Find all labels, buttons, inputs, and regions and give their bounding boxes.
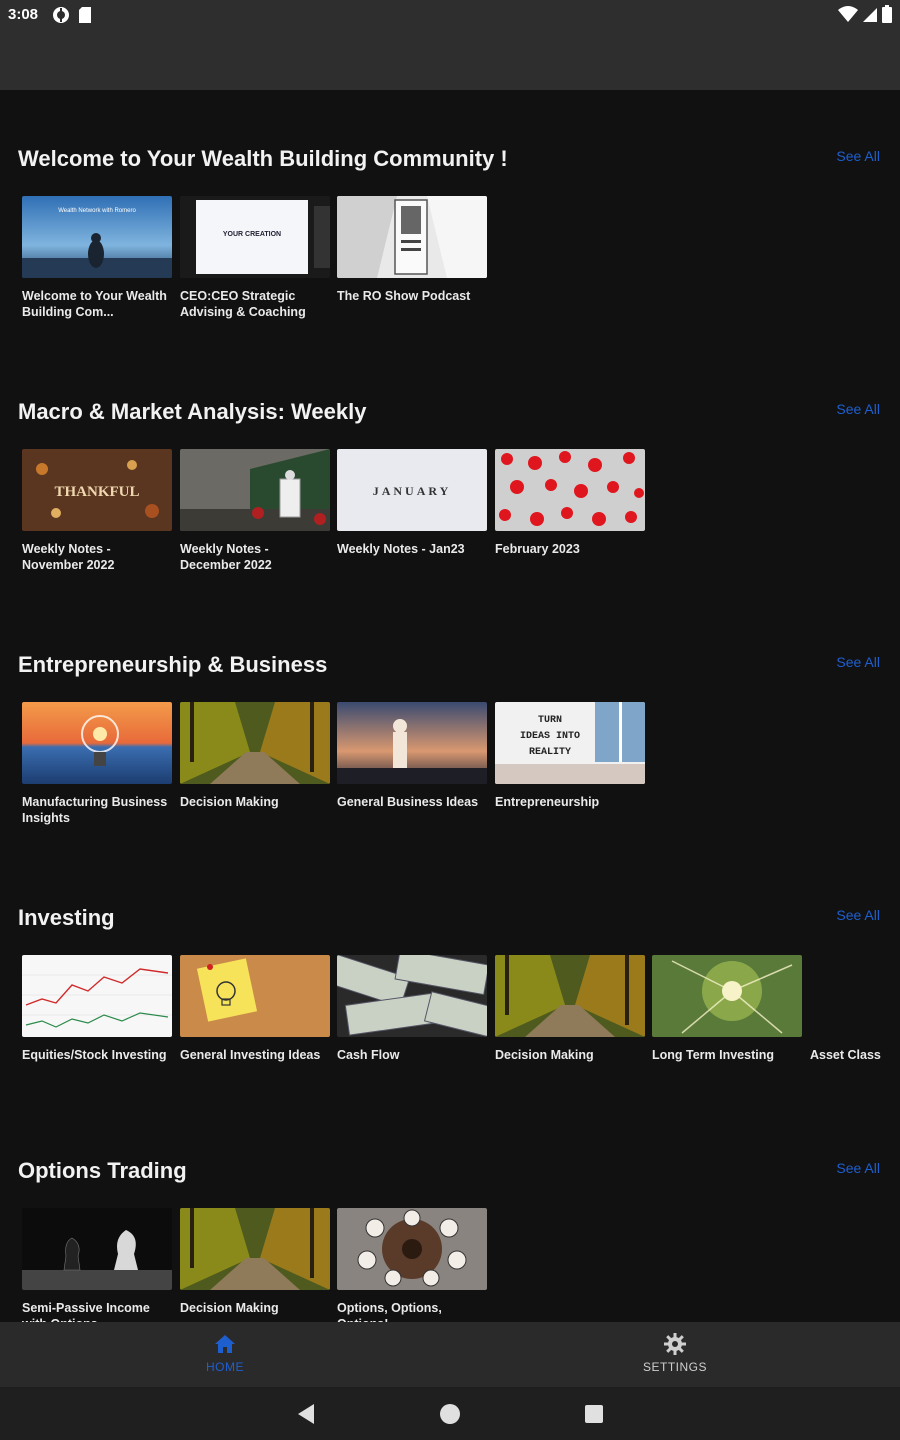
home-circle-icon[interactable] bbox=[436, 1400, 464, 1428]
card-title: Equities/Stock Investing bbox=[22, 1048, 167, 1062]
section-title: Welcome to Your Wealth Building Communit… bbox=[18, 146, 508, 171]
card-title: Welcome to Your Wealth Building Com... bbox=[22, 289, 167, 319]
system-navigation-bar bbox=[0, 1387, 900, 1440]
back-icon[interactable] bbox=[292, 1400, 320, 1428]
sd-card-icon bbox=[79, 7, 91, 23]
card-title: Asset Class bbox=[810, 1048, 881, 1062]
card-title: General Business Ideas bbox=[337, 795, 479, 809]
nav-settings[interactable]: SETTINGS bbox=[575, 1322, 775, 1387]
thumb-caption: Wealth Network with Romero bbox=[58, 208, 136, 214]
section-title: Entrepreneurship & Business bbox=[18, 652, 328, 677]
home-feed[interactable]: Welcome to Your Wealth Building Communit… bbox=[0, 90, 900, 1322]
card-title: Decision Making bbox=[180, 1301, 279, 1315]
section-title: Investing bbox=[18, 905, 115, 930]
card-thumbnail: YOUR CREATION bbox=[180, 196, 330, 278]
card-title: Options, Options, Options! bbox=[337, 1301, 442, 1322]
card-title: Entrepreneurship bbox=[495, 795, 600, 809]
card-thumbnail bbox=[652, 955, 802, 1037]
battery-icon bbox=[882, 5, 892, 23]
card-thumbnail bbox=[337, 955, 487, 1037]
card-thumbnail bbox=[180, 702, 330, 784]
recents-icon[interactable] bbox=[580, 1400, 608, 1428]
status-time: 3:08 bbox=[8, 6, 39, 23]
card-title: Manufacturing Business Insights bbox=[22, 795, 168, 825]
see-all-link[interactable]: See All bbox=[836, 1160, 880, 1176]
card-thumbnail bbox=[22, 955, 172, 1037]
card-title: Decision Making bbox=[495, 1048, 594, 1062]
thumb-caption: THANKFUL bbox=[54, 484, 139, 500]
card-thumbnail bbox=[495, 449, 645, 531]
nav-settings-label: SETTINGS bbox=[642, 1360, 707, 1374]
card-title: Cash Flow bbox=[337, 1048, 400, 1062]
card-title: CEO:CEO Strategic Advising & Coaching bbox=[180, 289, 306, 319]
card-title: Decision Making bbox=[180, 795, 279, 809]
card-title: Weekly Notes - November 2022 bbox=[22, 542, 115, 572]
card-thumbnail bbox=[337, 702, 487, 784]
card-title: Long Term Investing bbox=[652, 1048, 774, 1062]
card-title: Semi-Passive Income with Options bbox=[22, 1301, 150, 1322]
thumb-caption: YOUR CREATION bbox=[223, 231, 281, 238]
status-left-icons bbox=[52, 6, 92, 24]
see-all-link[interactable]: See All bbox=[836, 654, 880, 670]
card-thumbnail bbox=[180, 449, 330, 531]
gear-icon bbox=[664, 1333, 686, 1355]
card-thumbnail bbox=[22, 1208, 172, 1290]
nav-home-label: HOME bbox=[206, 1360, 244, 1374]
card-thumbnail bbox=[180, 1208, 330, 1290]
card-thumbnail: Wealth Network with Romero bbox=[22, 196, 172, 278]
section-title: Options Trading bbox=[18, 1158, 187, 1183]
status-bar: 3:08 bbox=[0, 0, 900, 30]
thumb-caption: REALITY bbox=[529, 747, 571, 758]
section-welcome: Welcome to Your Wealth Building Communit… bbox=[0, 90, 900, 342]
card-thumbnail bbox=[22, 702, 172, 784]
status-right-icons bbox=[838, 5, 892, 23]
card-title: Weekly Notes - December 2022 bbox=[180, 542, 272, 572]
card-thumbnail bbox=[495, 955, 645, 1037]
thumb-caption: TURN bbox=[538, 715, 562, 726]
card-thumbnail: JANUARY bbox=[337, 449, 487, 531]
bottom-navigation: HOME SETTINGS bbox=[0, 1322, 900, 1387]
card-thumbnail bbox=[180, 955, 330, 1037]
card-title: Weekly Notes - Jan23 bbox=[337, 542, 465, 556]
card-title: The RO Show Podcast bbox=[337, 289, 471, 303]
card-thumbnail bbox=[337, 196, 487, 278]
see-all-link[interactable]: See All bbox=[836, 907, 880, 923]
thumb-caption: IDEAS INTO bbox=[520, 731, 580, 742]
card-thumbnail bbox=[337, 1208, 487, 1290]
thumb-caption: JANUARY bbox=[373, 484, 452, 498]
signal-icon bbox=[863, 8, 877, 22]
section-investing: Investing See All Equities/Stock Investi… bbox=[0, 849, 900, 1101]
see-all-link[interactable]: See All bbox=[836, 401, 880, 417]
section-options-trading: Options Trading See All Semi-Passive Inc… bbox=[0, 1102, 900, 1322]
app-notification-icon bbox=[53, 7, 69, 23]
card-thumbnail: TURN IDEAS INTO REALITY bbox=[495, 702, 645, 784]
see-all-link[interactable]: See All bbox=[836, 148, 880, 164]
card-title: General Investing Ideas bbox=[180, 1048, 321, 1062]
card-title: February 2023 bbox=[495, 542, 580, 556]
wifi-icon bbox=[838, 6, 858, 22]
nav-home[interactable]: HOME bbox=[125, 1322, 325, 1387]
section-entrepreneurship: Entrepreneurship & Business See All Manu… bbox=[0, 596, 900, 848]
section-title: Macro & Market Analysis: Weekly bbox=[18, 399, 367, 424]
top-app-bar bbox=[0, 30, 900, 90]
card-thumbnail: THANKFUL bbox=[22, 449, 172, 531]
home-icon bbox=[215, 1335, 235, 1353]
section-macro-market: Macro & Market Analysis: Weekly See All … bbox=[0, 343, 900, 595]
